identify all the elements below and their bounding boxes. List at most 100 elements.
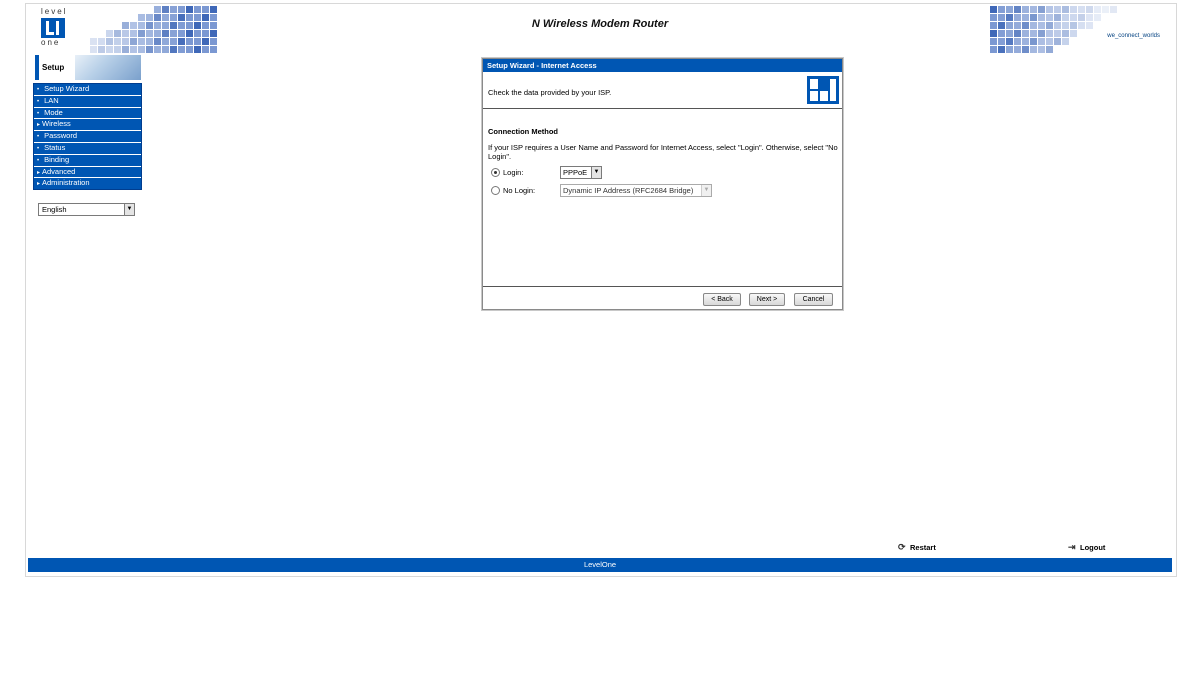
mosaic-tile — [1022, 6, 1029, 13]
chevron-down-icon[interactable]: ▼ — [124, 204, 134, 215]
bullet-icon: • — [37, 110, 40, 117]
mosaic-tile — [1030, 6, 1037, 13]
logo-text-bottom: one — [41, 38, 61, 47]
mosaic-tile — [1006, 38, 1013, 45]
sidebar-item-status[interactable]: • Status — [34, 142, 141, 155]
mosaic-tile — [990, 30, 997, 37]
mosaic-tile — [210, 6, 217, 13]
sidebar-item-label: LAN — [44, 95, 59, 105]
mosaic-tile — [990, 46, 997, 53]
mosaic-tile — [1022, 38, 1029, 45]
mosaic-tile — [194, 46, 201, 53]
mosaic-tile — [1022, 46, 1029, 53]
bullet-icon: • — [37, 134, 40, 141]
mosaic-tile — [1038, 46, 1045, 53]
dialog-header: Check the data provided by your ISP. — [483, 72, 842, 109]
mosaic-tile — [194, 38, 201, 45]
mosaic-tile — [998, 38, 1005, 45]
sidebar-item-label: Binding — [44, 154, 70, 164]
sidebar-item-wireless[interactable]: ▸ Wireless — [34, 119, 141, 132]
mosaic-tile — [154, 46, 161, 53]
sidebar-item-binding[interactable]: • Binding — [34, 154, 141, 167]
setup-section-header: Setup — [35, 55, 141, 80]
nologin-type-select[interactable]: Dynamic IP Address (RFC2684 Bridge) ▼ — [560, 184, 712, 197]
restart-label: Restart — [910, 543, 936, 552]
mosaic-tile — [1062, 38, 1069, 45]
mosaic-tile — [1046, 30, 1053, 37]
mosaic-tile — [114, 46, 121, 53]
mosaic-tile — [1054, 22, 1061, 29]
cancel-button[interactable]: Cancel — [794, 293, 833, 306]
restart-button[interactable]: ⟳ Restart — [898, 543, 936, 553]
sidebar-item-password[interactable]: • Password — [34, 131, 141, 143]
mosaic-tile — [1014, 30, 1021, 37]
nologin-radio[interactable] — [491, 186, 500, 195]
logo-text-top: level — [41, 7, 68, 16]
mosaic-tile — [194, 30, 201, 37]
mosaic-tile — [1014, 6, 1021, 13]
mosaic-tile — [1014, 14, 1021, 21]
logout-button[interactable]: ⇥ Logout — [1068, 543, 1105, 553]
next-button[interactable]: Next > — [749, 293, 785, 306]
mosaic-tile — [1046, 14, 1053, 21]
mosaic-tile — [990, 22, 997, 29]
sidebar-item-advanced[interactable]: ▸ Advanced — [34, 166, 141, 179]
mosaic-tile — [210, 46, 217, 53]
mosaic-tile — [1054, 6, 1061, 13]
mosaic-tile — [186, 38, 193, 45]
back-button[interactable]: < Back — [703, 293, 741, 306]
sidebar-item-setup-wizard[interactable]: • Setup Wizard — [34, 84, 141, 96]
sidebar-item-administration[interactable]: ▸ Administration — [34, 178, 141, 190]
chevron-down-icon[interactable]: ▼ — [591, 167, 601, 178]
mosaic-tile — [202, 46, 209, 53]
sidebar-item-mode[interactable]: • Mode — [34, 107, 141, 120]
mosaic-tile — [202, 30, 209, 37]
mosaic-tile — [1062, 6, 1069, 13]
mosaic-tile — [162, 6, 169, 13]
mosaic-tile — [1038, 6, 1045, 13]
bullet-icon: • — [37, 98, 40, 105]
setup-wizard-dialog: Setup Wizard - Internet Access Check the… — [482, 58, 843, 310]
mosaic-tile — [1022, 14, 1029, 21]
mosaic-tile — [1038, 30, 1045, 37]
sidebar-item-lan[interactable]: • LAN — [34, 95, 141, 108]
login-type-select[interactable]: PPPoE ▼ — [560, 166, 602, 179]
mosaic-tile — [1070, 14, 1077, 21]
login-radio[interactable] — [491, 168, 500, 177]
mosaic-tile — [114, 38, 121, 45]
language-value: English — [42, 205, 67, 214]
mosaic-tile — [1094, 6, 1101, 13]
mosaic-tile — [1030, 46, 1037, 53]
mosaic-tile — [998, 14, 1005, 21]
mosaic-tile — [1006, 46, 1013, 53]
mosaic-tile — [1070, 6, 1077, 13]
mosaic-tile — [146, 46, 153, 53]
sidebar-item-label: Password — [44, 131, 78, 141]
mosaic-tile — [998, 6, 1005, 13]
connection-method-description: If your ISP requires a User Name and Pas… — [488, 143, 838, 161]
mosaic-tile — [1006, 14, 1013, 21]
mosaic-tile — [178, 46, 185, 53]
bullet-icon: • — [37, 157, 40, 164]
chevron-down-icon[interactable]: ▼ — [701, 185, 711, 196]
mosaic-tile — [1014, 22, 1021, 29]
mosaic-tile — [1070, 22, 1077, 29]
mosaic-tile — [154, 38, 161, 45]
mosaic-tile — [210, 30, 217, 37]
mosaic-tile — [170, 46, 177, 53]
section-marker — [35, 55, 39, 80]
mosaic-tile — [186, 30, 193, 37]
mosaic-tile — [146, 38, 153, 45]
mosaic-tile — [1046, 22, 1053, 29]
mosaic-tile — [138, 46, 145, 53]
mosaic-tile — [1030, 30, 1037, 37]
mosaic-tile — [186, 46, 193, 53]
mosaic-tile — [178, 38, 185, 45]
language-select[interactable]: English ▼ — [38, 203, 135, 216]
mosaic-tile — [106, 38, 113, 45]
mosaic-tile — [1006, 22, 1013, 29]
mosaic-tile — [1054, 38, 1061, 45]
sidebar-item-label: Status — [44, 142, 66, 152]
mosaic-tile — [130, 38, 137, 45]
mosaic-tile — [178, 30, 185, 37]
